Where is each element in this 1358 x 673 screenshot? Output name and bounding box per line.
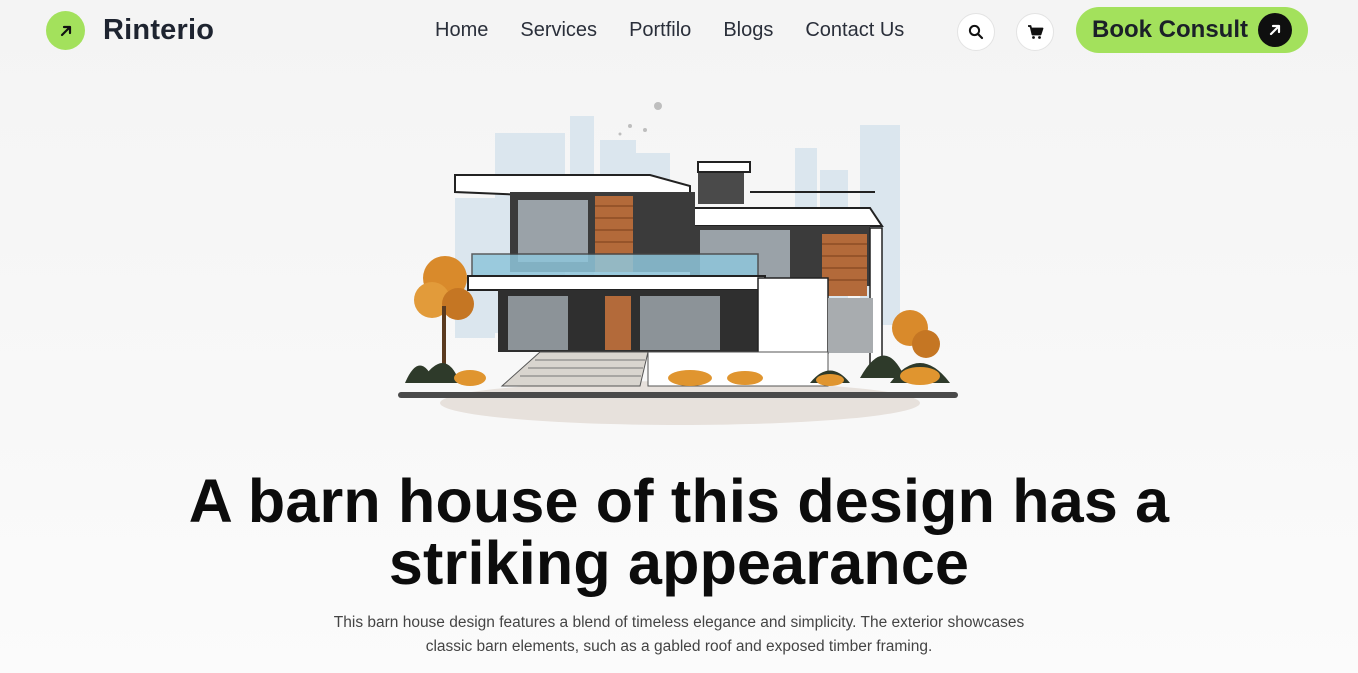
nav-item-home[interactable]: Home: [435, 17, 488, 43]
cart-button[interactable]: [1016, 13, 1054, 51]
arrow-up-right-icon: [46, 11, 85, 50]
book-consult-label: Book Consult: [1092, 16, 1248, 43]
hero-description: This barn house design features a blend …: [0, 611, 1358, 659]
description-line-1: This barn house design features a blend …: [333, 614, 1025, 631]
nav-item-services[interactable]: Services: [520, 17, 597, 43]
brand-logo[interactable]: Rinterio: [46, 11, 214, 50]
nav-item-portfolio[interactable]: Portfilo: [629, 17, 691, 43]
house-illustration: [398, 102, 958, 425]
hero-headline: A barn house of this design has a striki…: [0, 470, 1358, 594]
search-button[interactable]: [957, 13, 995, 51]
description-line-2: classic barn elements, such as a gabled …: [425, 638, 933, 655]
site-header: Rinterio Home Services Portfilo Blogs Co…: [0, 0, 1358, 62]
book-consult-button[interactable]: Book Consult: [1076, 7, 1308, 53]
headline-line-1: A barn house of this design has a: [188, 467, 1170, 535]
headline-line-2: striking appearance: [388, 529, 970, 597]
brand-name: Rinterio: [103, 14, 215, 46]
search-icon: [968, 24, 984, 40]
main-nav: Home Services Portfilo Blogs Contact Us: [435, 17, 904, 43]
arrow-up-right-icon: [1258, 13, 1292, 47]
nav-item-contact[interactable]: Contact Us: [805, 17, 904, 43]
nav-item-blogs[interactable]: Blogs: [723, 17, 773, 43]
cart-icon: [1027, 25, 1043, 39]
